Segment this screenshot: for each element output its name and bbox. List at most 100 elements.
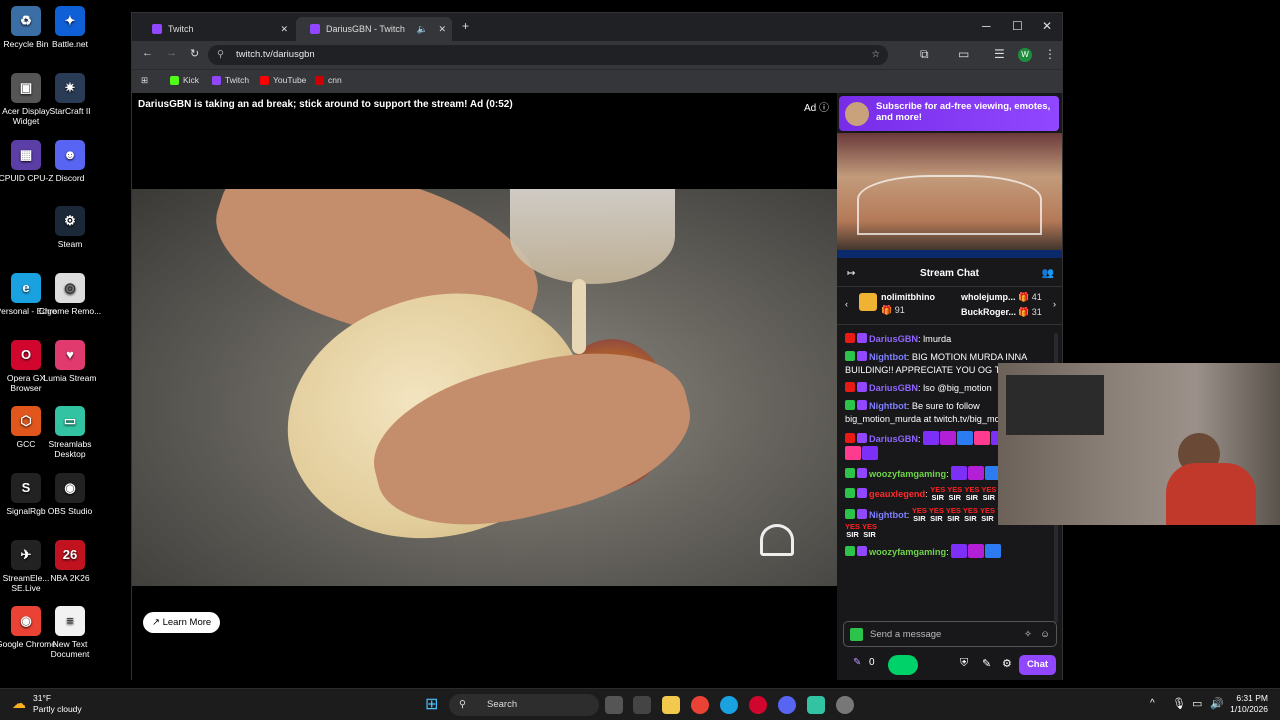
shield-icon[interactable]: ⛨ (960, 657, 968, 670)
app-icon[interactable] (836, 696, 854, 714)
community-icon[interactable]: 👥 (1042, 261, 1054, 287)
new-tab-icon[interactable]: + (462, 19, 469, 33)
task-view-icon[interactable] (605, 696, 623, 714)
reload-icon[interactable]: ↻ (190, 47, 199, 60)
profile-avatar[interactable]: W (1018, 48, 1032, 62)
chat-username[interactable]: DariusGBN (869, 383, 918, 393)
edge-icon[interactable] (720, 696, 738, 714)
info-icon[interactable]: ⓘ (819, 103, 829, 114)
yes-sir-emote[interactable]: YESSIR (929, 507, 944, 523)
badge-icon[interactable] (857, 333, 867, 343)
badge-icon[interactable] (845, 382, 855, 392)
taskbar-search[interactable]: ⚲ Search (449, 694, 599, 716)
site-info-icon[interactable]: ⚲ (217, 45, 224, 65)
emote-icon[interactable] (957, 431, 974, 445)
menu-icon[interactable]: ⋮ (1044, 47, 1056, 61)
speaker-icon[interactable]: 🔈 (417, 24, 428, 35)
tab-twitch[interactable]: Twitch ✕ (138, 17, 294, 41)
cheer-icon[interactable]: ✧ (1024, 622, 1032, 648)
chat-send-button[interactable]: Chat (1019, 655, 1056, 675)
emote-icon[interactable] (845, 446, 861, 460)
extensions-icon[interactable]: ⧉ (920, 47, 929, 62)
chevron-left-icon[interactable]: ‹ (845, 299, 848, 309)
video-player[interactable]: DariusGBN is taking an ad break; stick a… (132, 93, 837, 680)
badge-icon[interactable] (857, 546, 867, 556)
badge-icon[interactable] (845, 468, 855, 478)
minimize-icon[interactable]: ─ (982, 19, 991, 33)
badge-icon[interactable] (845, 400, 855, 410)
discord-icon[interactable] (778, 696, 796, 714)
learn-more-button[interactable]: ↗ Learn More (143, 612, 221, 633)
chat-username[interactable]: DariusGBN (869, 334, 918, 344)
chat-username[interactable]: woozyfamgaming (869, 469, 946, 479)
chevron-right-icon[interactable]: › (1053, 299, 1056, 309)
yes-sir-emote[interactable]: YESSIR (930, 486, 945, 502)
badge-icon[interactable] (857, 488, 867, 498)
desktop-icon-starcraft-ii[interactable]: ✷ StarCraft II (38, 73, 102, 116)
start-icon[interactable]: ⊞ (425, 694, 438, 714)
cast-icon[interactable]: ▭ (958, 47, 969, 61)
weather-widget[interactable]: 31°F Partly cloudy (33, 693, 82, 715)
close-icon[interactable]: ✕ (280, 24, 288, 35)
close-window-icon[interactable]: ✕ (1042, 19, 1052, 33)
subscribe-promo-banner[interactable]: Subscribe for ad-free viewing, emotes, a… (839, 96, 1059, 131)
star-icon[interactable]: ☆ (871, 45, 880, 65)
ad-badge[interactable]: Ad ⓘ (804, 99, 829, 114)
chat-username[interactable]: Nightbot (869, 401, 907, 411)
badge-icon[interactable] (857, 400, 867, 410)
yes-sir-emote[interactable]: YESSIR (981, 486, 996, 502)
pen-icon[interactable]: ✎ (982, 657, 991, 670)
opera-gx-icon[interactable] (749, 696, 767, 714)
badge-icon[interactable] (845, 546, 855, 556)
badge-icon[interactable] (845, 333, 855, 343)
chat-username[interactable]: woozyfamgaming (869, 547, 946, 557)
apps-icon[interactable]: ⊞ (141, 75, 148, 86)
chrome-icon[interactable] (691, 696, 709, 714)
streamlabs-icon[interactable] (807, 696, 825, 714)
mic-icon[interactable]: 🎙 (1172, 697, 1186, 710)
channel-points-icon[interactable]: ✎ (853, 657, 861, 668)
widgets-icon[interactable] (633, 696, 651, 714)
yes-sir-emote[interactable]: YESSIR (862, 523, 877, 539)
chat-username[interactable]: Nightbot (869, 510, 907, 520)
badge-icon[interactable] (845, 509, 855, 519)
badge-icon[interactable] (857, 433, 867, 443)
chat-username[interactable]: geauxlegend (869, 489, 925, 499)
desktop-icon-battle-net[interactable]: ✦ Battle.net (38, 6, 102, 49)
desktop-icon-discord[interactable]: ☻ Discord (38, 140, 102, 183)
address-bar[interactable]: ⚲ twitch.tv/dariusgbn ☆ (208, 45, 888, 65)
chat-username[interactable]: DariusGBN (869, 434, 918, 444)
back-icon[interactable]: ← (142, 47, 153, 59)
badge-icon[interactable] (857, 509, 867, 519)
emote-icon[interactable] (862, 446, 878, 460)
badge-icon[interactable] (857, 382, 867, 392)
gifter-name[interactable]: BuckRoger... (961, 307, 1016, 317)
yes-sir-emote[interactable]: YESSIR (963, 507, 978, 523)
tab-dariusgbn[interactable]: DariusGBN - Twitch 🔈 ✕ (296, 17, 452, 41)
emote-icon[interactable] (951, 466, 968, 480)
yes-sir-emote[interactable]: YESSIR (912, 507, 927, 523)
reading-list-icon[interactable]: ☰ (994, 47, 1005, 61)
badge-icon[interactable] (845, 351, 855, 361)
desktop-icon-streamlabs-desktop[interactable]: ▭ Streamlabs Desktop (38, 406, 102, 459)
collapse-chat-icon[interactable]: ↦ (847, 261, 855, 287)
emote-icon[interactable] (974, 431, 991, 445)
bookmark-youtube[interactable]: YouTube (260, 75, 306, 85)
bookmark-cnn[interactable]: cnn (315, 75, 342, 85)
emote-icon[interactable] (923, 431, 940, 445)
desktop-icon-new-text-document[interactable]: ≡ New Text Document (38, 606, 102, 659)
emote-picker-icon[interactable]: ☺ (1040, 622, 1050, 648)
yes-sir-emote[interactable]: YESSIR (946, 507, 961, 523)
yes-sir-emote[interactable]: YESSIR (980, 507, 995, 523)
emote-icon[interactable] (968, 544, 985, 558)
badge-icon[interactable] (857, 468, 867, 478)
yes-sir-emote[interactable]: YESSIR (947, 486, 962, 502)
emote-icon[interactable] (985, 544, 1002, 558)
emote-icon[interactable] (951, 544, 968, 558)
yes-sir-emote[interactable]: YESSIR (845, 523, 860, 539)
chat-input[interactable]: Send a message ✧ ☺ (843, 621, 1057, 647)
forward-icon[interactable]: → (166, 47, 177, 59)
desktop-icon-steam[interactable]: ⚙ Steam (38, 206, 102, 249)
claim-bonus-icon[interactable] (888, 655, 918, 675)
network-icon[interactable]: ▭ (1192, 697, 1202, 710)
